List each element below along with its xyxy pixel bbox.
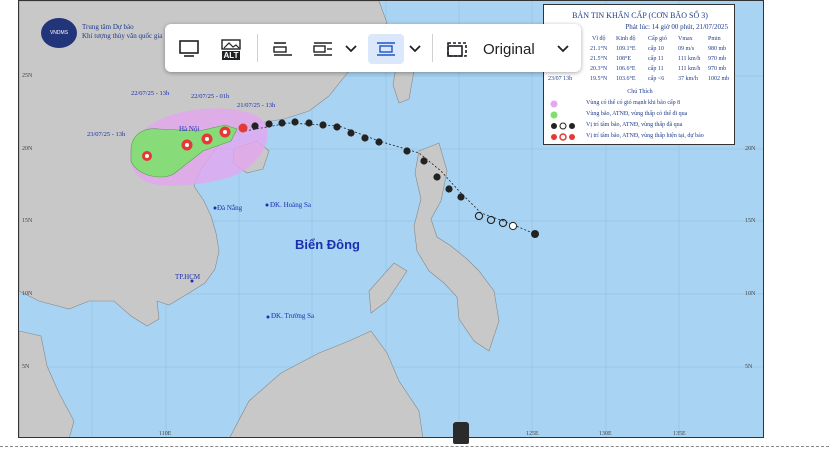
break-dropdown-button[interactable] — [405, 34, 425, 64]
wrap-text-icon — [313, 42, 332, 56]
lat-label: 20N — [22, 146, 33, 152]
break-text-icon — [377, 42, 395, 56]
time-label: 22/07/25 - 01h — [191, 93, 230, 100]
lon-label: 135E — [673, 431, 686, 437]
organization-logo: VNDMS — [41, 18, 77, 48]
monitor-icon — [179, 40, 199, 57]
sea-label: Biển Đông — [295, 237, 360, 252]
alt-label: ALT — [221, 50, 241, 60]
time-label: 22/07/25 - 13h — [131, 90, 170, 97]
lon-label: 130E — [599, 431, 612, 437]
break-text-button[interactable] — [368, 34, 404, 64]
past-position-icon — [551, 122, 575, 130]
lon-label: 125E — [526, 431, 539, 437]
legend-title: Chú Thích — [627, 89, 653, 95]
lat-label-right: 5N — [745, 364, 753, 370]
align-left-icon — [273, 42, 292, 56]
forecast-position-icon — [551, 133, 575, 141]
display-mode-button[interactable] — [171, 34, 207, 64]
lat-label-right: 20N — [745, 146, 756, 152]
resize-handle[interactable] — [453, 422, 469, 444]
wrap-text-button[interactable] — [305, 34, 341, 64]
philippines-islands — [413, 142, 500, 352]
legend-item: Vùng bão, ATNĐ, vùng thấp có thể đi qua — [550, 111, 734, 119]
place-hanoi: Hà Nội — [179, 125, 200, 133]
lon-label: 110E — [159, 431, 172, 437]
legend-item: Vùng có thể có gió mạnh khi bão cấp 8 — [550, 100, 734, 108]
place-danang: Đà Nẵng — [217, 204, 243, 212]
bulletin-issued: Phát lúc: 14 giờ 00 phút, 21/07/2025 — [625, 23, 728, 31]
toolbar-separator — [257, 34, 258, 62]
align-left-button[interactable] — [265, 34, 301, 64]
image-size-label: Original — [483, 40, 535, 58]
chevron-down-icon — [557, 45, 569, 53]
lat-label: 25N — [22, 73, 33, 79]
image-icon — [221, 38, 241, 50]
image-size-dropdown[interactable]: Original — [441, 34, 573, 64]
resize-icon — [447, 42, 467, 57]
lat-label-right: 10N — [745, 291, 756, 297]
lat-label-right: 15N — [745, 218, 756, 224]
time-label: 21/07/25 - 13h — [237, 102, 276, 109]
legend-item: Vị trí tâm bão, ATNĐ, vùng thấp đã qua — [550, 122, 734, 130]
chevron-down-icon — [409, 45, 421, 53]
purple-zone-icon — [550, 100, 558, 108]
lat-label: 15N — [22, 218, 33, 224]
toolbar-separator — [432, 34, 433, 62]
alt-text-button[interactable]: ALT — [213, 34, 249, 64]
time-label: 23/07/25 - 13h — [87, 131, 126, 138]
place-hoangsa: ĐK. Hoàng Sa — [270, 201, 312, 209]
lat-label: 5N — [22, 364, 30, 370]
green-cone-icon — [550, 111, 558, 119]
place-truongsa: ĐK. Trường Sa — [271, 312, 315, 320]
place-hcm: TP.HCM — [175, 273, 201, 281]
lat-label: 10N — [22, 291, 33, 297]
organization-name: Trung tâm Dự báo Khí tượng thủy văn quốc… — [82, 23, 163, 40]
wrap-dropdown-button[interactable] — [341, 34, 361, 64]
bulletin-title: BẢN TIN KHẨN CẤP (CƠN BÃO SỐ 3) — [572, 11, 708, 20]
borneo-island — [229, 330, 424, 437]
past-track — [244, 122, 536, 235]
bottom-dashed-border — [0, 446, 829, 447]
chevron-down-icon — [345, 45, 357, 53]
image-toolbar: ALT Original — [165, 24, 581, 72]
legend-item: Vị trí tâm bão, ATNĐ, vùng thấp hiện tại… — [550, 133, 734, 141]
